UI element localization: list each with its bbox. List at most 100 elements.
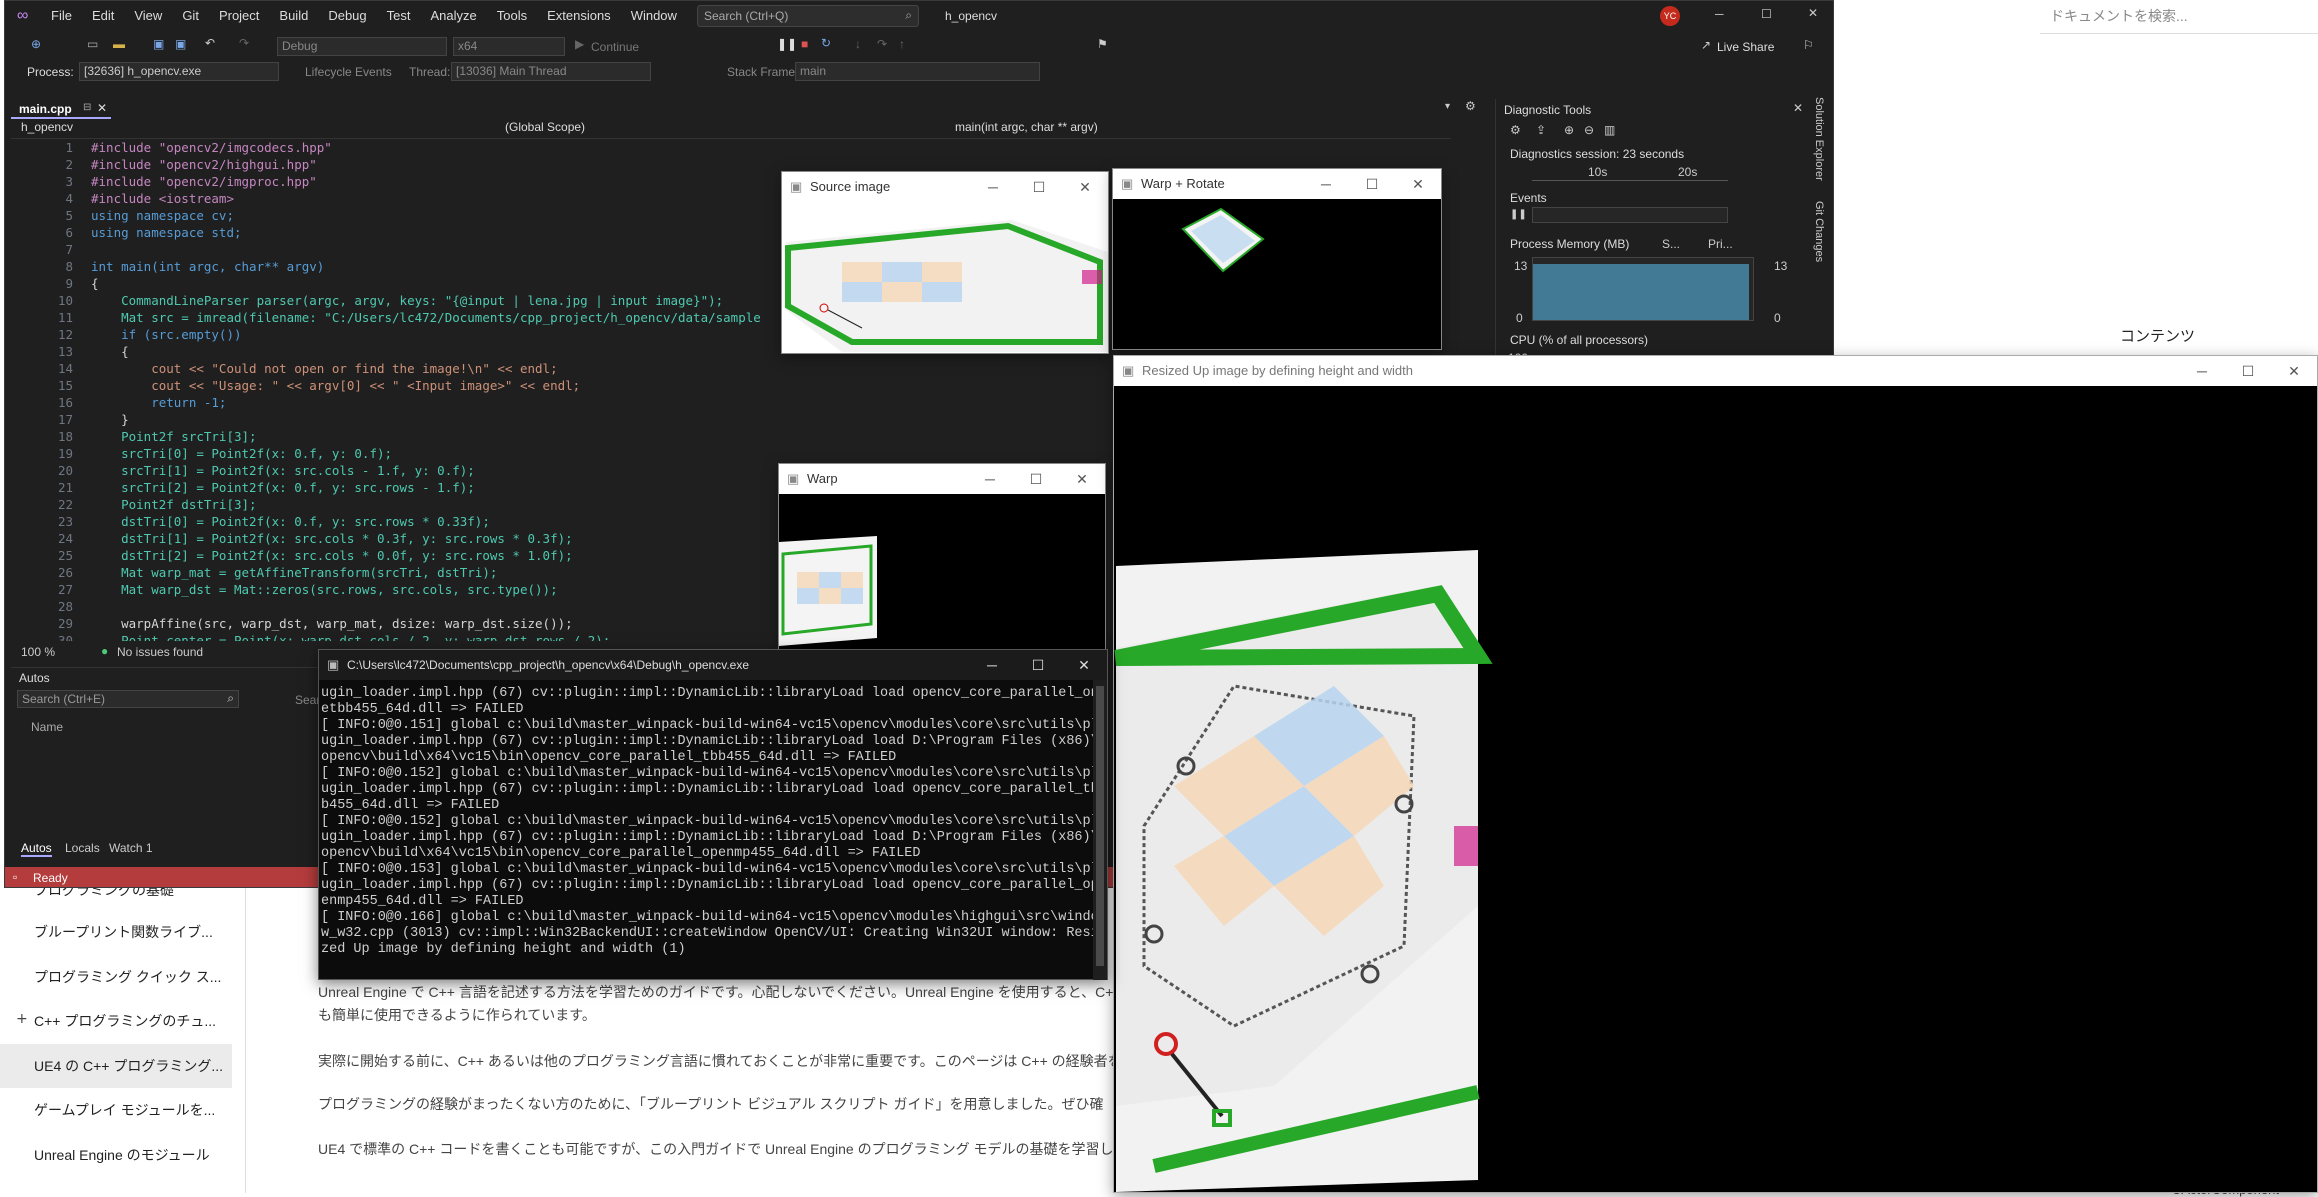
menu-debug[interactable]: Debug <box>318 1 376 31</box>
chart-icon[interactable]: ▥ <box>1604 123 1615 137</box>
open-icon[interactable]: ▬ <box>113 37 125 51</box>
bookmark-icon[interactable]: ⚑ <box>1097 37 1108 51</box>
menu-view[interactable]: View <box>124 1 172 31</box>
undo-icon[interactable]: ↶ <box>205 36 215 50</box>
user-avatar[interactable]: YC <box>1660 6 1680 26</box>
function-nav-dropdown[interactable]: main(int argc, char ** argv) <box>951 119 1411 138</box>
close-icon[interactable]: ✕ <box>1808 6 1818 20</box>
feedback-icon[interactable]: ⚐ <box>1803 38 1814 52</box>
minimize-icon[interactable]: ─ <box>2179 356 2225 386</box>
doc-side-item[interactable]: UE4 の C++ プログラミング... <box>34 1056 223 1076</box>
maximize-icon[interactable]: ☐ <box>1013 464 1059 494</box>
project-nav-dropdown[interactable]: h_opencv <box>17 119 479 138</box>
stop-icon[interactable]: ■ <box>801 37 808 51</box>
step-into-icon[interactable]: ↓ <box>855 37 861 51</box>
menu-test[interactable]: Test <box>377 1 421 31</box>
resized-image-window[interactable]: ▣ Resized Up image by defining height and… <box>1113 355 2318 1193</box>
close-icon[interactable]: ✕ <box>1059 464 1105 494</box>
cpu-header[interactable]: CPU (% of all processors) <box>1510 333 1648 347</box>
save-all-icon[interactable]: ▣ <box>175 37 186 51</box>
maximize-icon[interactable]: ☐ <box>2225 356 2271 386</box>
maximize-icon[interactable]: ☐ <box>1016 172 1062 202</box>
console-window[interactable]: ▣ C:\Users\lc472\Documents\cpp_project\h_… <box>318 649 1108 980</box>
minimize-icon[interactable]: ─ <box>1715 7 1724 21</box>
process-dropdown[interactable]: [32636] h_opencv.exe <box>79 62 279 81</box>
panel-close-icon[interactable]: ✕ <box>1793 101 1803 115</box>
step-out-icon[interactable]: ↑ <box>899 37 905 51</box>
source-image-window[interactable]: ▣ Source image ─ ☐ ✕ <box>781 171 1109 354</box>
tab-watch-1[interactable]: Watch 1 <box>109 841 153 855</box>
minimize-icon[interactable]: ─ <box>1303 169 1349 199</box>
memory-header[interactable]: Process Memory (MB) <box>1510 237 1629 251</box>
settings-icon[interactable]: ⚙ <box>1465 99 1476 113</box>
pin-icon[interactable]: ⊟ <box>83 102 91 113</box>
git-changes-tab[interactable]: Git Changes <box>1813 201 1825 262</box>
doc-search-box[interactable]: ドキュメントを検索... <box>2040 0 2318 34</box>
live-share-button[interactable]: Live Share <box>1717 40 1774 54</box>
menu-project[interactable]: Project <box>209 1 269 31</box>
close-icon[interactable]: ✕ <box>2271 356 2317 386</box>
doc-side-item[interactable]: Unreal Engine のモジュール <box>34 1145 210 1165</box>
doc-search-input[interactable]: ドキュメントを検索... <box>2050 6 2188 26</box>
doc-side-item[interactable]: C++ プログラミングのチュ... <box>34 1011 216 1031</box>
menu-build[interactable]: Build <box>269 1 318 31</box>
back-icon[interactable]: ⊕ <box>31 37 41 51</box>
expand-plus-icon[interactable]: + <box>16 1011 28 1027</box>
maximize-icon[interactable]: ☐ <box>1349 169 1395 199</box>
menu-git[interactable]: Git <box>172 1 209 31</box>
autos-search-input[interactable]: Search (Ctrl+E) <box>22 692 105 706</box>
menu-edit[interactable]: Edit <box>82 1 124 31</box>
events-header[interactable]: Events <box>1510 191 1547 205</box>
continue-icon[interactable]: ▶ <box>575 37 584 51</box>
solution-explorer-tab[interactable]: Solution Explorer <box>1813 97 1825 181</box>
platform-dropdown[interactable]: x64 <box>453 37 565 56</box>
stack-frame-dropdown[interactable]: main <box>795 62 1040 81</box>
timeline-ruler[interactable]: 10s 20s <box>1532 165 1728 181</box>
maximize-icon[interactable]: ☐ <box>1015 650 1061 680</box>
doc-side-item[interactable]: ゲームプレイ モジュールを... <box>34 1100 215 1120</box>
warp-rotate-window[interactable]: ▣ Warp + Rotate ─ ☐ ✕ <box>1112 168 1442 350</box>
menu-window[interactable]: Window <box>621 1 687 31</box>
global-search-box[interactable]: Search (Ctrl+Q) ⌕ <box>697 5 919 27</box>
minimize-icon[interactable]: ─ <box>969 650 1015 680</box>
menu-extensions[interactable]: Extensions <box>537 1 621 31</box>
thread-dropdown[interactable]: [13036] Main Thread <box>451 62 651 81</box>
continue-button[interactable]: Continue <box>591 40 639 54</box>
live-share-icon[interactable]: ↗ <box>1701 38 1711 52</box>
menu-analyze[interactable]: Analyze <box>420 1 486 31</box>
save-icon[interactable]: ▣ <box>153 37 164 51</box>
new-file-icon[interactable]: ▭ <box>87 37 98 51</box>
close-icon[interactable]: ✕ <box>1062 172 1108 202</box>
redo-icon[interactable]: ↷ <box>239 36 249 50</box>
issues-indicator[interactable]: No issues found <box>117 645 203 659</box>
zoom-out-icon[interactable]: ⊖ <box>1584 123 1594 137</box>
menu-tools[interactable]: Tools <box>487 1 537 31</box>
minimize-icon[interactable]: ─ <box>967 464 1013 494</box>
tab-locals[interactable]: Locals <box>65 841 100 855</box>
tab-close-icon[interactable]: ✕ <box>97 101 107 115</box>
maximize-icon[interactable]: ☐ <box>1761 7 1772 21</box>
close-icon[interactable]: ✕ <box>1395 169 1441 199</box>
settings-icon[interactable]: ⚙ <box>1510 123 1521 137</box>
doc-side-item[interactable]: ブループリント関数ライブ... <box>34 922 213 942</box>
step-over-icon[interactable]: ↷ <box>877 37 887 51</box>
restart-icon[interactable]: ↻ <box>821 36 831 50</box>
configuration-dropdown[interactable]: Debug <box>277 37 447 56</box>
lifecycle-events-button[interactable]: Lifecycle Events <box>305 65 392 79</box>
warp-window[interactable]: ▣ Warp ─ ☐ ✕ <box>778 463 1106 649</box>
minimize-icon[interactable]: ─ <box>970 172 1016 202</box>
tab-dropdown-icon[interactable]: ▾ <box>1445 101 1450 112</box>
console-scrollbar[interactable] <box>1093 680 1107 980</box>
tab-autos[interactable]: Autos <box>21 841 52 857</box>
pause-icon[interactable]: ❚❚ <box>777 37 797 51</box>
menu-file[interactable]: File <box>41 1 82 31</box>
global-search-input[interactable]: Search (Ctrl+Q) <box>704 9 788 23</box>
zoom-in-icon[interactable]: ⊕ <box>1564 123 1574 137</box>
tab-main-cpp[interactable]: main.cpp ⊟ ✕ <box>11 99 111 119</box>
scope-nav-dropdown[interactable]: (Global Scope) <box>501 119 943 138</box>
export-icon[interactable]: ⇪ <box>1536 123 1546 137</box>
close-icon[interactable]: ✕ <box>1061 650 1107 680</box>
zoom-level[interactable]: 100 % <box>21 645 55 659</box>
autos-search-box[interactable]: Search (Ctrl+E) ⌕ <box>17 690 239 708</box>
doc-side-item[interactable]: プログラミング クイック ス... <box>34 967 221 987</box>
